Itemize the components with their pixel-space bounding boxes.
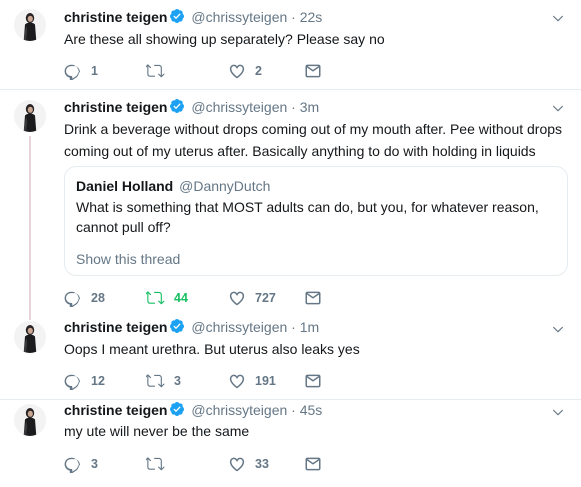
reply-count: 3 [91,457,98,471]
envelope-icon [304,62,322,80]
author-name[interactable]: christine teigen [64,9,167,25]
show-thread-link[interactable]: Show this thread [76,249,180,269]
reply-icon [64,455,82,473]
reply-icon [64,62,82,80]
reply-button[interactable]: 12 [64,371,105,391]
author-handle[interactable]: @chrissyteigen [191,319,287,335]
heart-icon [228,372,246,390]
like-count: 2 [255,64,262,78]
author-handle[interactable]: @chrissyteigen [191,402,287,418]
retweet-icon [146,372,165,390]
retweet-button[interactable]: 3 [146,371,181,391]
like-button[interactable]: 2 [228,61,262,81]
quoted-tweet-text: What is something that MOST adults can d… [76,199,539,235]
tweet-header: christine teigen @chrissyteigen · 3m [64,97,319,119]
dm-button[interactable] [304,454,322,474]
tweet-text: Drink a beverage without drops coming ou… [64,121,563,159]
like-button[interactable]: 191 [228,371,276,391]
like-count: 191 [255,374,276,388]
retweet-count: 3 [174,374,181,388]
reply-count: 1 [91,64,98,78]
timestamp[interactable]: 3m [300,99,319,115]
verified-badge-icon [169,401,185,422]
like-button[interactable]: 727 [228,288,276,308]
tweet-header: christine teigen @chrissyteigen · 45s [64,400,322,422]
separator: · [291,402,296,418]
tweet-4[interactable]: christine teigen @chrissyteigen · 45s my… [0,400,581,487]
quoted-tweet[interactable]: Daniel Holland @DannyDutch What is somet… [64,166,568,276]
reply-icon [64,372,82,390]
like-button[interactable]: 33 [228,454,269,474]
like-count: 727 [255,291,276,305]
chevron-down-icon[interactable] [551,11,565,25]
retweet-icon [146,455,165,473]
tweet-actions: 1 2 [64,61,364,81]
reply-icon [64,289,82,307]
dm-button[interactable] [304,61,322,81]
tweet-1[interactable]: christine teigen @chrissyteigen · 22s Ar… [0,0,581,90]
avatar[interactable] [14,9,46,41]
tweet-text: my ute will never be the same [64,423,250,439]
author-handle[interactable]: @chrissyteigen [191,9,287,25]
chevron-down-icon[interactable] [551,405,565,419]
chevron-down-icon[interactable] [551,322,565,336]
tweet-text: Oops I meant urethra. But uterus also le… [64,341,360,357]
verified-badge-icon [169,8,185,29]
dm-button[interactable] [304,371,322,391]
tweet-2[interactable]: christine teigen @chrissyteigen · 3m Dri… [0,90,581,317]
author-handle[interactable]: @chrissyteigen [191,99,287,115]
chevron-down-icon[interactable] [551,101,565,115]
like-count: 33 [255,457,269,471]
tweet-actions: 3 33 [64,454,364,474]
timestamp[interactable]: 22s [300,9,323,25]
author-name[interactable]: christine teigen [64,99,167,115]
heart-icon [228,62,246,80]
reply-button[interactable]: 28 [64,288,105,308]
reply-count: 28 [91,291,105,305]
dm-button[interactable] [304,288,322,308]
retweet-icon [146,62,165,80]
tweet-actions: 28 44 727 [64,288,364,308]
avatar[interactable] [14,321,46,353]
envelope-icon [304,372,322,390]
thread-line [29,317,31,320]
timestamp[interactable]: 1m [300,319,319,335]
reply-button[interactable]: 3 [64,454,98,474]
retweet-count: 44 [174,291,188,305]
verified-badge-icon [169,318,185,339]
tweet-actions: 12 3 191 [64,371,364,391]
author-name[interactable]: christine teigen [64,402,167,418]
author-name[interactable]: christine teigen [64,319,167,335]
avatar[interactable] [14,404,46,436]
quoted-author-handle: @DannyDutch [179,178,271,194]
heart-icon [228,289,246,307]
tweet-header: christine teigen @chrissyteigen · 22s [64,7,322,29]
envelope-icon [304,289,322,307]
verified-badge-icon [169,98,185,119]
avatar[interactable] [14,100,46,132]
tweet-text: Are these all showing up separately? Ple… [64,31,385,47]
envelope-icon [304,455,322,473]
retweet-button[interactable] [146,61,174,81]
retweet-button[interactable]: 44 [146,288,188,308]
heart-icon [228,455,246,473]
retweet-button[interactable] [146,454,174,474]
separator: · [291,319,296,335]
quoted-author-name: Daniel Holland [76,178,174,194]
quoted-tweet-header: Daniel Holland @DannyDutch [76,176,270,196]
tweet-3[interactable]: christine teigen @chrissyteigen · 1m Oop… [0,317,581,400]
tweet-header: christine teigen @chrissyteigen · 1m [64,317,319,339]
separator: · [291,9,296,25]
retweet-icon [146,289,165,307]
timestamp[interactable]: 45s [300,402,323,418]
reply-button[interactable]: 1 [64,61,98,81]
thread-line [29,136,31,317]
separator: · [291,99,296,115]
reply-count: 12 [91,374,105,388]
